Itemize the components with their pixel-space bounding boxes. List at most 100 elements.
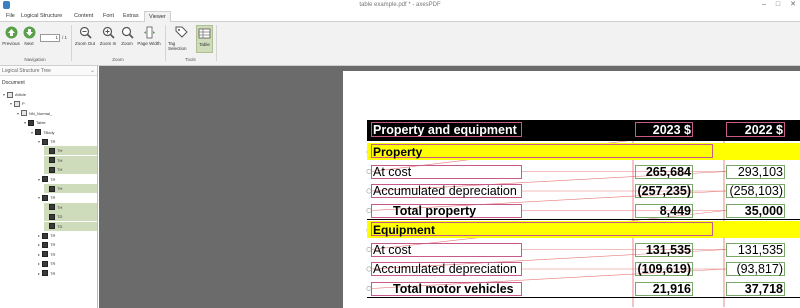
tree-node-td[interactable]: TD — [44, 221, 97, 231]
menu-bar: File Logical Structure Content Font Extr… — [0, 11, 800, 23]
value-2023-cell: 131,535 — [645, 242, 691, 257]
zoom-button[interactable]: Zoom — [120, 25, 134, 53]
tree-node-th[interactable]: TH — [44, 165, 97, 175]
expand-icon[interactable]: ▾ — [37, 195, 41, 200]
tree-node-tr[interactable]: ▾ TR — [37, 193, 97, 202]
window-controls: – □ ✕ — [762, 0, 796, 10]
value-2023-cell: 265,684 — [645, 164, 691, 179]
structure-tree-header: Logical Structure Tree ⌄ — [0, 66, 97, 76]
tree-node-label: TBody — [43, 129, 55, 135]
expand-icon[interactable]: ▾ — [16, 111, 20, 116]
tag-icon — [35, 129, 41, 136]
arrow-up-icon — [4, 25, 18, 39]
tag-box[interactable] — [371, 122, 522, 137]
menu-extras[interactable]: Extras — [119, 11, 143, 22]
page-number-input[interactable]: 1 — [40, 34, 60, 42]
table-icon — [198, 26, 212, 40]
tree-node-article[interactable]: ▾ Article — [2, 90, 97, 99]
tree-node-th[interactable]: TH — [44, 146, 97, 156]
tag-icon — [42, 232, 48, 239]
expand-icon[interactable]: ▸ — [37, 271, 41, 276]
document-viewer[interactable]: Property and equipment 2023 $2022 $ Proper… — [99, 66, 800, 308]
tag-icon — [42, 260, 48, 267]
tree-node-tr[interactable]: ▸ TR — [37, 231, 97, 240]
menu-font[interactable]: Font — [99, 11, 118, 22]
expand-icon[interactable]: ▾ — [30, 130, 34, 135]
maximize-button[interactable]: □ — [776, 0, 780, 10]
tag-box[interactable] — [635, 122, 693, 137]
tree-node-table[interactable]: ▾ Table — [23, 118, 97, 127]
expand-icon[interactable]: ▸ — [37, 233, 41, 238]
window-title: table example.pdf * - axesPDF — [359, 2, 441, 8]
tree-node-label: TH — [57, 204, 63, 210]
tree-node-tr[interactable]: ▾ TR — [37, 137, 97, 146]
tree-node-tr[interactable]: ▸ TR — [37, 240, 97, 249]
tree-node-tr[interactable]: ▾ TR — [37, 175, 97, 184]
tag-icon — [7, 91, 13, 98]
tree-node-label: TR — [50, 233, 56, 238]
tree-node-tbody[interactable]: ▾ TBody — [30, 128, 97, 137]
tag-icon — [42, 194, 48, 201]
tag-icon — [42, 138, 48, 145]
tree-node-td[interactable]: TD — [44, 212, 97, 222]
page-width-button[interactable]: Page Width — [136, 25, 162, 53]
expand-icon[interactable]: ▾ — [37, 177, 41, 182]
tree-node-label: TH — [57, 167, 63, 173]
tree-node-label: NN_Normal_ — [29, 110, 53, 116]
tree-node-p[interactable]: ▾ P — [9, 99, 97, 108]
expand-icon[interactable]: ▾ — [2, 92, 6, 97]
zoom-out-button[interactable]: Zoom Out — [74, 25, 96, 53]
expand-icon[interactable]: ▸ — [37, 242, 41, 247]
row-label-cell: Accumulated depreciation — [373, 184, 517, 198]
tree-node-tr[interactable]: ▸ TR — [37, 259, 97, 268]
tag-icon — [28, 119, 34, 126]
value-2022-cell: 293,103 — [737, 164, 783, 179]
menu-content[interactable]: Content — [70, 11, 97, 22]
tag-icon — [21, 110, 27, 117]
tree-node-label: TD — [57, 223, 63, 229]
expand-icon[interactable]: ▸ — [37, 252, 41, 257]
value-2022-cell: 131,535 — [737, 242, 783, 257]
tree-node-nn-normal[interactable]: ▾ NN_Normal_ — [16, 109, 97, 118]
tree-node-label: TH — [57, 157, 63, 163]
tree-node-label: TR — [50, 139, 56, 144]
tag-icon — [49, 204, 55, 211]
tree-node-label: TH — [57, 148, 63, 154]
tree-root-label: Document — [2, 80, 25, 86]
tree-node-tr[interactable]: ▸ TR — [37, 250, 97, 259]
page-width-icon — [142, 25, 156, 39]
menu-logical-structure[interactable]: Logical Structure — [17, 11, 66, 22]
tree-node-tr[interactable]: ▸ TR — [37, 269, 97, 278]
tag-icon — [42, 176, 48, 183]
tree-node-th[interactable]: TH — [44, 184, 97, 193]
tree-node-label: TR — [50, 261, 56, 267]
expand-icon[interactable]: ▸ — [37, 261, 41, 266]
next-button[interactable]: Next — [22, 25, 36, 53]
previous-button[interactable]: Previous — [2, 25, 20, 53]
row-label-cell: At cost — [373, 242, 412, 257]
tag-box[interactable] — [726, 122, 785, 137]
arrow-down-icon — [22, 25, 36, 39]
tree-node-th[interactable]: TH — [44, 202, 97, 212]
pin-icon[interactable]: ⌄ — [90, 66, 95, 76]
expand-icon[interactable]: ▾ — [37, 139, 41, 144]
tag-selection-button[interactable]: Tag Selection — [168, 25, 194, 53]
tree-node-label: TR — [50, 195, 56, 201]
tree-node-th[interactable]: TH — [44, 155, 97, 165]
tag-icon — [174, 25, 188, 39]
expand-icon[interactable]: ▾ — [23, 120, 27, 125]
minimize-button[interactable]: – — [762, 0, 766, 10]
tree-node-label: TR — [50, 176, 56, 182]
magnifier-icon — [120, 25, 134, 39]
table-button[interactable]: Table — [196, 25, 213, 53]
zoom-in-button[interactable]: Zoom In — [98, 25, 118, 53]
total-label-cell: Total motor vehicles — [393, 281, 514, 296]
expand-icon[interactable]: ▾ — [9, 101, 13, 106]
tag-icon — [14, 100, 20, 107]
tag-icon — [42, 241, 48, 248]
section-label-cell: Equipment — [373, 223, 435, 237]
ribbon-separator — [71, 25, 72, 61]
navigation-group-label: Navigation — [24, 57, 46, 62]
total-underline — [367, 296, 800, 298]
close-button[interactable]: ✕ — [790, 0, 796, 10]
